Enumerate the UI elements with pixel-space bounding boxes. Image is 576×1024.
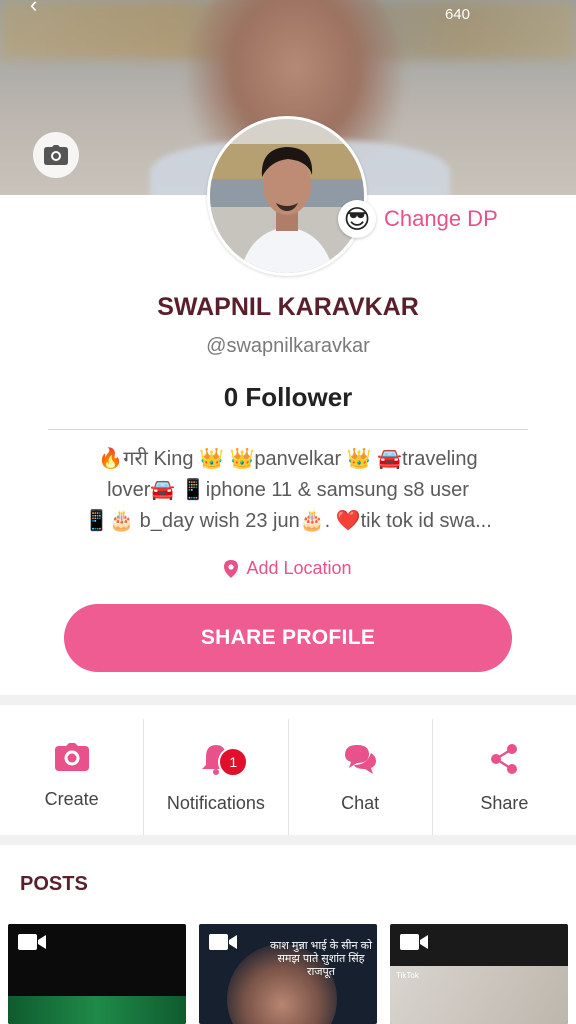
notifications-button[interactable]: 1 Notifications	[143, 719, 287, 835]
post-thumbnail[interactable]	[8, 924, 186, 1024]
thumb-image	[8, 996, 186, 1024]
profile-name: SWAPNIL KARAVKAR	[157, 293, 419, 321]
bio-line: 🔥गरी King 👑 👑panvelkar 👑 🚘traveling	[98, 448, 478, 470]
menu-icon[interactable]	[524, 0, 550, 8]
chat-icon	[345, 745, 377, 774]
posts-title: POSTS	[20, 873, 88, 895]
divider	[48, 429, 528, 430]
camera-icon	[54, 743, 89, 771]
share-label: Share	[480, 793, 529, 813]
create-button[interactable]: Create	[0, 705, 143, 835]
video-icon	[209, 934, 237, 950]
avatar[interactable]	[207, 116, 367, 276]
create-label: Create	[44, 789, 99, 809]
post-thumbnail[interactable]: काश मुन्ना भाई के सीन को समझ पाते सुशांत…	[199, 924, 377, 1024]
share-profile-button[interactable]: SHARE PROFILE	[64, 604, 512, 672]
back-icon[interactable]: ‹	[30, 0, 37, 18]
change-dp-label: Change DP	[384, 206, 498, 231]
share-button[interactable]: Share	[431, 719, 576, 835]
cover-count: 640	[444, 6, 470, 23]
profile-handle: @swapnilkaravkar	[206, 335, 370, 357]
video-icon	[18, 934, 46, 950]
action-bar: Create 1 Notifications Chat Share	[0, 705, 576, 835]
location-pin-icon	[224, 559, 239, 578]
bio-line: lover🚘 📱iphone 11 & samsung s8 user	[107, 479, 469, 501]
section-separator	[0, 695, 576, 705]
thumb-caption: काश मुन्ना भाई के सीन को समझ पाते सुशांत…	[270, 940, 372, 978]
chat-label: Chat	[341, 793, 380, 813]
change-cover-button[interactable]	[33, 132, 79, 178]
notifications-label: Notifications	[166, 793, 265, 813]
chat-button[interactable]: Chat	[287, 719, 432, 835]
share-icon	[491, 744, 518, 774]
sunglasses-emoji-icon: 😎	[338, 200, 376, 238]
camera-icon	[44, 145, 68, 165]
post-thumbnail[interactable]: TikTok	[390, 924, 568, 1024]
change-dp-button[interactable]: 😎 Change DP	[338, 200, 498, 238]
add-location-button[interactable]: Add Location	[0, 558, 576, 579]
video-icon	[400, 934, 428, 950]
tiktok-watermark: TikTok	[396, 971, 419, 980]
notification-badge: 1	[218, 747, 249, 777]
profile-bio[interactable]: 🔥गरी King 👑 👑panvelkar 👑 🚘traveling love…	[48, 444, 528, 537]
bio-line: 📱🎂 b_day wish 23 jun🎂. ❤️tik tok id swa.…	[84, 510, 492, 532]
section-separator	[0, 835, 576, 845]
add-location-label: Add Location	[246, 558, 352, 578]
follower-count[interactable]: 0 Follower	[0, 382, 576, 413]
